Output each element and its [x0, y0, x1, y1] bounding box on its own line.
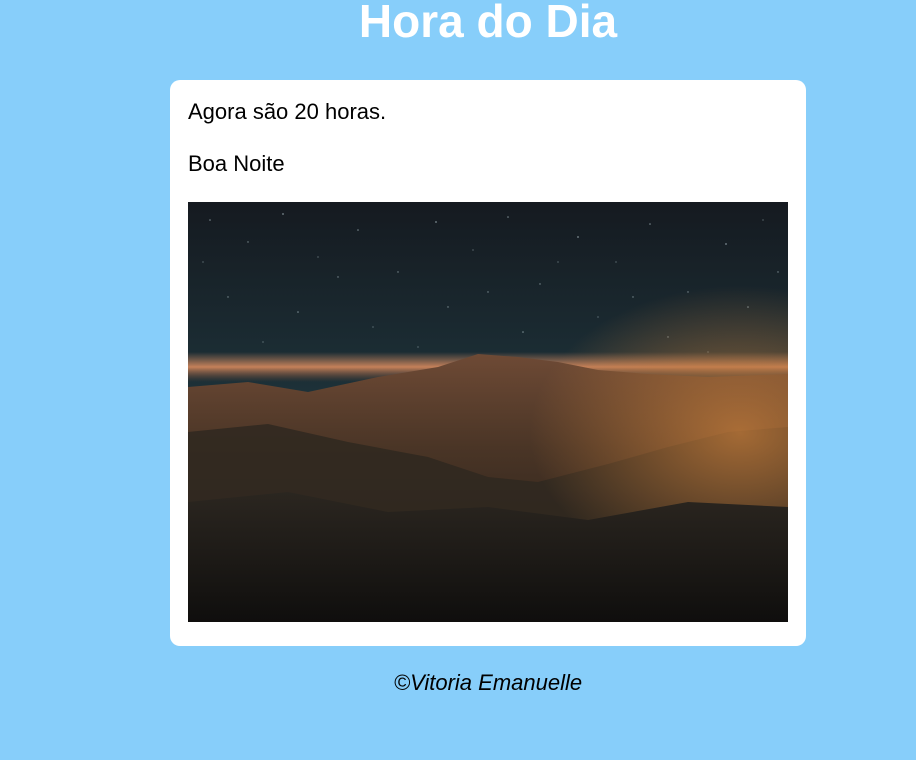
footer-copyright: ©Vitoria Emanuelle	[393, 670, 583, 695]
content-card: Agora são 20 horas. Boa Noite	[170, 80, 806, 646]
night-landscape-image	[188, 202, 788, 622]
page-title: Hora do Dia	[358, 0, 618, 47]
hour-message: Agora são 20 horas.	[188, 99, 387, 124]
greeting-message: Boa Noite	[188, 151, 285, 176]
